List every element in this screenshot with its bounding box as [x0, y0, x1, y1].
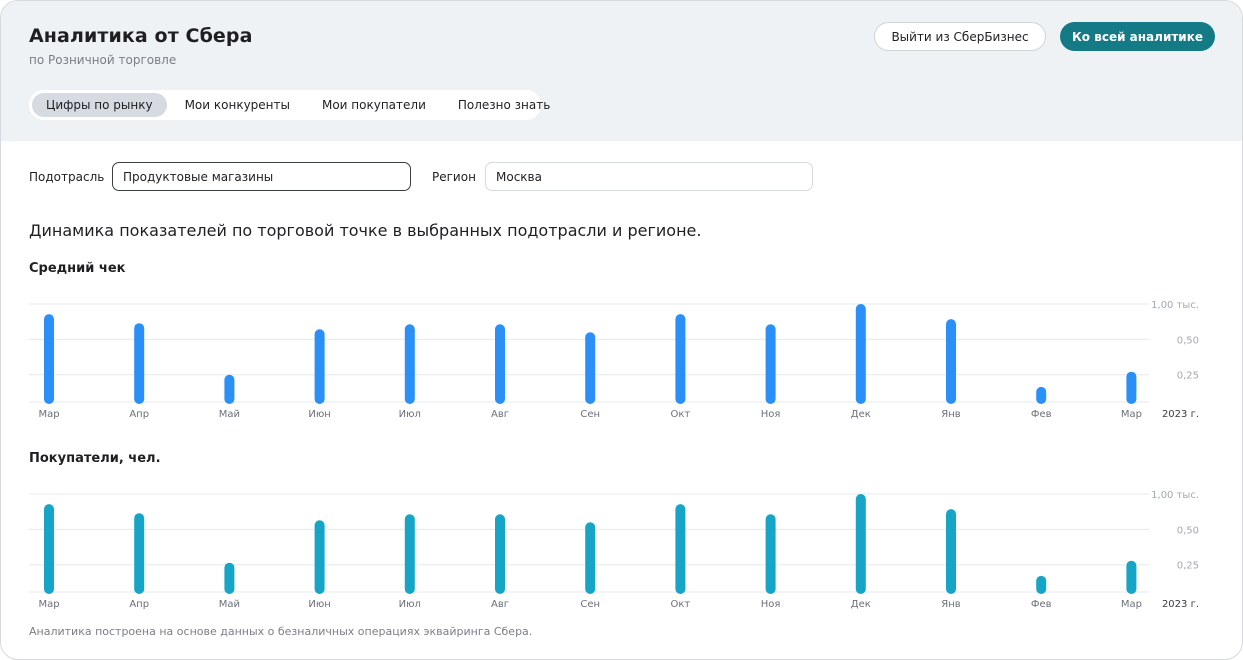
- avg-check-bar: [1036, 386, 1047, 404]
- customers-xtick-label: Сен: [580, 599, 600, 610]
- avg-check-bar: [585, 332, 596, 404]
- customers-ytick-label: 0,25: [1177, 561, 1199, 572]
- avg-check-xtick-label: Янв: [941, 409, 960, 420]
- customers-bar: [675, 504, 686, 594]
- customers-xtick-label: Авг: [491, 599, 509, 610]
- avg-check-bar: [134, 323, 145, 404]
- customers-bar: [765, 514, 776, 594]
- avg-check-bar: [765, 324, 776, 404]
- avg-check-xtick-label: Мар: [38, 409, 59, 420]
- avg-check-xtick-label: Ноя: [761, 409, 781, 420]
- logout-button[interactable]: Выйти из СберБизнес: [874, 22, 1046, 51]
- avg-check-ytick-label: 0,50: [1177, 335, 1199, 346]
- header: Аналитика от Сбера по Розничной торговле…: [1, 1, 1242, 141]
- section-title: Динамика показателей по торговой точке в…: [29, 221, 702, 240]
- avg-check-xtick-label: Сен: [580, 409, 600, 420]
- avg-check-xtick-label: Мар: [1121, 409, 1142, 420]
- customers-xtick-label: Мар: [1121, 599, 1142, 610]
- tab-useful-info[interactable]: Полезно знать: [444, 93, 564, 117]
- chart-avg-check-svg: 1,00 тыс. 0,50 0,25 Мар Апр Май Июн Июл Авг Сен Ок…: [29, 300, 1199, 420]
- avg-check-bar: [224, 374, 235, 404]
- page-subtitle: по Розничной торговле: [29, 53, 177, 67]
- region-select[interactable]: Москва: [485, 162, 813, 191]
- avg-check-xtick-label: Дек: [851, 409, 871, 420]
- chart-title-customers: Покупатели, чел.: [29, 451, 161, 466]
- subindustry-select[interactable]: Продуктовые магазины: [112, 162, 411, 191]
- customers-ytick-label: 0,50: [1177, 525, 1199, 536]
- customers-bar: [495, 514, 505, 594]
- chart-title-avg-check: Средний чек: [29, 261, 126, 276]
- customers-bar: [134, 513, 145, 594]
- avg-check-ytick-label: 1,00 тыс.: [1151, 300, 1199, 311]
- customers-xtick-label: Июн: [308, 599, 330, 610]
- customers-xtick-label: Янв: [941, 599, 960, 610]
- avg-check-xtick-label: Фев: [1031, 409, 1052, 420]
- avg-check-bar: [675, 314, 686, 404]
- chart-customers-svg: 1,00 тыс. 0,50 0,25 Мар Апр Май Июн Июл Авг Сен Ок…: [29, 490, 1199, 610]
- tab-market-figures[interactable]: Цифры по рынку: [32, 93, 167, 117]
- customers-bar: [855, 494, 866, 594]
- region-label: Регион: [432, 170, 476, 184]
- avg-check-bar: [946, 319, 956, 404]
- avg-check-year-label: 2023 г.: [1162, 409, 1199, 420]
- avg-check-bar: [44, 314, 54, 404]
- avg-check-bar: [1126, 371, 1137, 404]
- customers-xtick-label: Июл: [399, 599, 421, 610]
- customers-ytick-label: 1,00 тыс.: [1151, 490, 1199, 501]
- avg-check-xtick-label: Авг: [491, 409, 509, 420]
- customers-bar: [314, 520, 325, 594]
- avg-check-xtick-label: Июн: [308, 409, 330, 420]
- avg-check-bar: [404, 324, 415, 404]
- customers-xtick-label: Фев: [1031, 599, 1052, 610]
- customers-bar: [585, 522, 596, 594]
- page-title: Аналитика от Сбера: [29, 25, 253, 47]
- customers-bar: [224, 562, 235, 594]
- customers-year-label: 2023 г.: [1162, 599, 1199, 610]
- avg-check-xtick-label: Май: [219, 409, 240, 420]
- avg-check-xtick-label: Июл: [399, 409, 421, 420]
- customers-bar: [1126, 560, 1137, 594]
- app-frame: Аналитика от Сбера по Розничной торговле…: [0, 0, 1243, 660]
- tab-my-customers[interactable]: Мои покупатели: [308, 93, 440, 117]
- avg-check-ytick-label: 0,25: [1177, 371, 1199, 382]
- customers-xtick-label: Мар: [38, 599, 59, 610]
- avg-check-xtick-label: Окт: [671, 409, 691, 420]
- avg-check-bar: [314, 329, 325, 404]
- customers-xtick-label: Апр: [129, 599, 149, 610]
- footnote: Аналитика построена на основе данных о б…: [29, 625, 533, 638]
- customers-xtick-label: Окт: [671, 599, 691, 610]
- customers-bar: [946, 509, 956, 594]
- tab-my-competitors[interactable]: Мои конкуренты: [171, 93, 304, 117]
- chart-avg-check: 1,00 тыс. 0,50 0,25 Мар Апр Май Июн Июл Авг Сен Ок…: [29, 291, 1209, 421]
- customers-bar: [1036, 575, 1047, 594]
- subindustry-label: Подотрасль: [29, 170, 105, 184]
- avg-check-bar: [495, 324, 505, 404]
- avg-check-bar: [855, 304, 866, 404]
- customers-xtick-label: Ноя: [761, 599, 781, 610]
- customers-bar: [44, 504, 54, 594]
- customers-xtick-label: Дек: [851, 599, 871, 610]
- customers-bar: [404, 514, 415, 594]
- chart-customers: 1,00 тыс. 0,50 0,25 Мар Апр Май Июн Июл Авг Сен Ок…: [29, 481, 1209, 611]
- customers-xtick-label: Май: [219, 599, 240, 610]
- tab-bar: Цифры по рынку Мои конкуренты Мои покупа…: [29, 90, 550, 120]
- all-analytics-button[interactable]: Ко всей аналитике: [1060, 22, 1215, 51]
- avg-check-xtick-label: Апр: [129, 409, 149, 420]
